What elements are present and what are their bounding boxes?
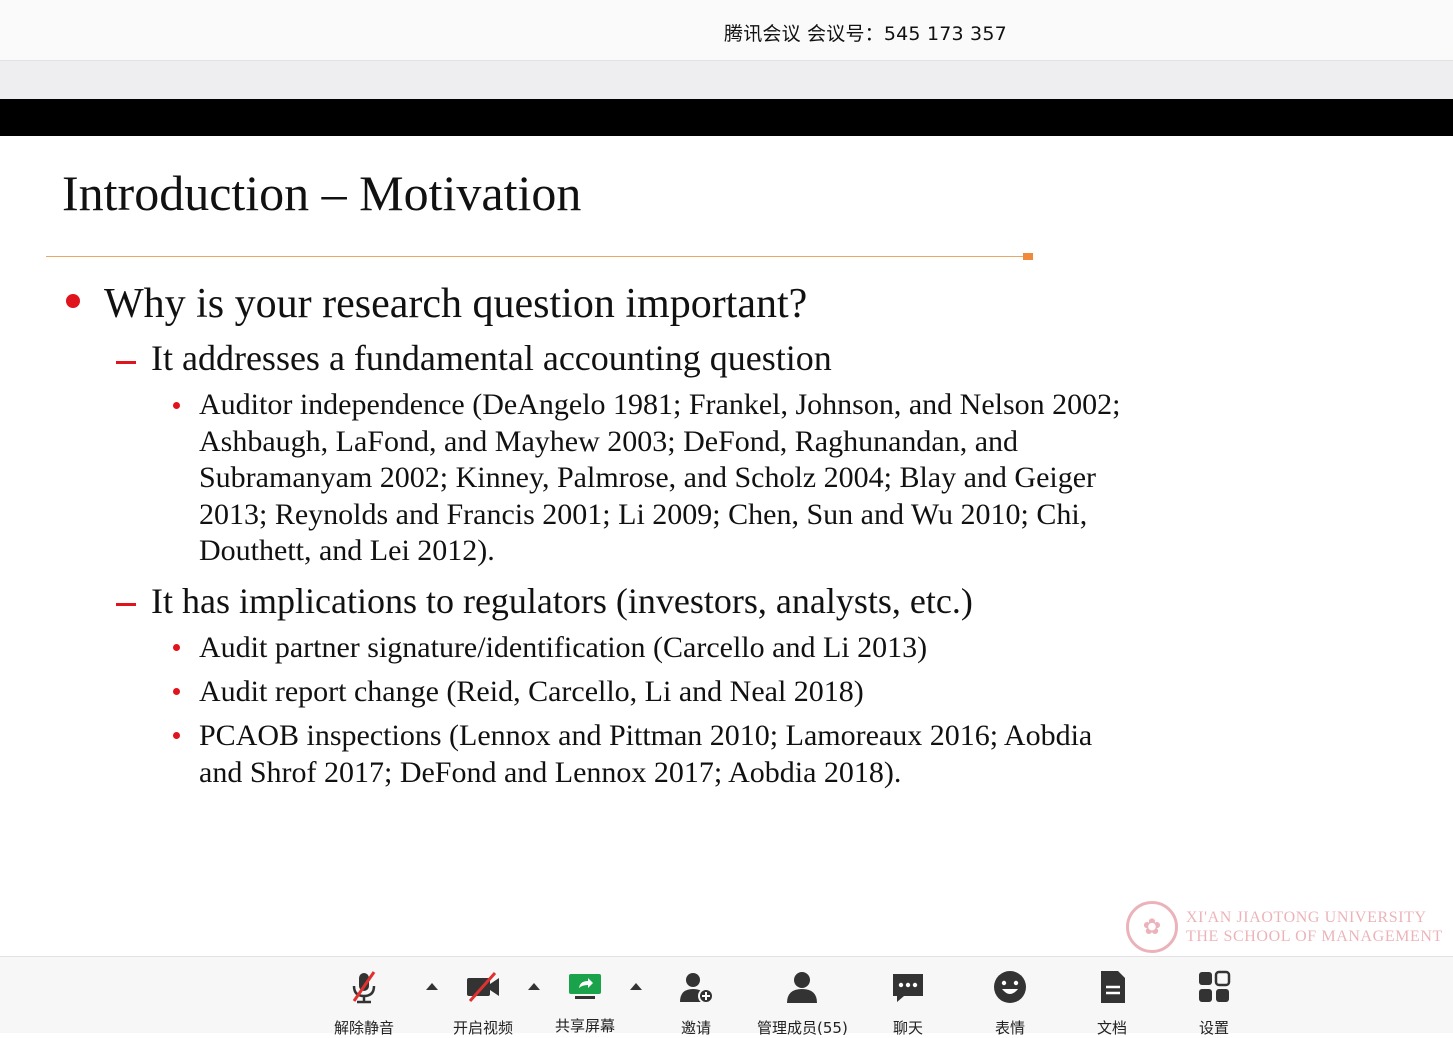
unmute-label: 解除静音 [333, 1019, 394, 1037]
share-screen-label: 共享屏幕 [554, 1017, 615, 1035]
bullet-level3-partner-signature: Audit partner signature/identification (… [199, 631, 928, 664]
docs-label: 文档 [1096, 1019, 1127, 1037]
audio-options-caret[interactable] [426, 983, 438, 990]
watermark-school: THE SCHOOL OF MANAGEMENT [1186, 928, 1443, 945]
university-watermark: ✿ XI'AN JIAOTONG UNIVERSITY THE SCHOOL O… [1126, 901, 1446, 957]
unmute-button[interactable]: 解除静音 [319, 967, 409, 1037]
invite-label: 邀请 [680, 1019, 711, 1037]
title-divider [46, 256, 1026, 257]
bullet-small-dot [173, 644, 180, 651]
title-bar-strip [0, 61, 1453, 99]
shared-slide: Introduction – Motivation Why is your re… [0, 136, 1453, 956]
emoji-button[interactable]: 表情 [965, 967, 1055, 1037]
bullet-level3-report-change: Audit report change (Reid, Carcello, Li … [199, 675, 864, 708]
manage-members-label: 管理成员(55) [757, 1019, 848, 1037]
settings-label: 设置 [1198, 1019, 1229, 1037]
meeting-toolbar: 解除静音 开启视频 共享屏幕 邀请 管理成员(55) 聊天 表情 文档 设置 [0, 956, 1453, 1037]
title-divider-marker [1023, 253, 1033, 260]
bullet-level1: Why is your research question important? [104, 281, 808, 327]
bullet-dot [66, 294, 80, 308]
invite-button[interactable]: 邀请 [651, 967, 741, 1037]
start-video-label: 开启视频 [452, 1019, 513, 1037]
meeting-title-bar: 腾讯会议 会议号：545 173 357 [0, 0, 1453, 61]
bullet-level2-regulators: It has implications to regulators (inves… [151, 581, 973, 621]
shared-screen-top-border [0, 99, 1453, 136]
bullet-dash [116, 361, 136, 364]
share-screen-button[interactable]: 共享屏幕 [540, 967, 630, 1035]
university-seal-icon: ✿ [1126, 901, 1178, 953]
share-screen-icon [569, 974, 601, 999]
chat-icon [893, 974, 923, 1002]
emoji-label: 表情 [994, 1019, 1025, 1037]
document-icon [1101, 971, 1125, 1003]
bullet-level3-auditor-independence: Auditor independence (DeAngelo 1981; Fra… [199, 388, 1121, 567]
emoji-icon [994, 971, 1026, 1003]
settings-grid-icon [1199, 970, 1231, 1002]
meeting-id-title: 腾讯会议 会议号：545 173 357 [724, 23, 1007, 45]
invite-user-icon [680, 973, 714, 1004]
chat-button[interactable]: 聊天 [863, 967, 953, 1037]
members-icon [787, 972, 817, 1003]
bullet-level3-pcaob: PCAOB inspections (Lennox and Pittman 20… [199, 719, 1093, 789]
share-options-caret[interactable] [630, 983, 642, 990]
chat-label: 聊天 [892, 1019, 923, 1037]
bullet-small-dot [173, 688, 180, 695]
camera-off-icon [467, 972, 499, 1002]
manage-members-button[interactable]: 管理成员(55) [757, 967, 848, 1037]
mic-muted-icon [352, 971, 376, 1004]
docs-button[interactable]: 文档 [1067, 967, 1157, 1037]
settings-button[interactable]: 设置 [1169, 967, 1259, 1037]
bullet-small-dot [173, 732, 180, 739]
video-options-caret[interactable] [528, 983, 540, 990]
bullet-dash [116, 603, 136, 606]
bullet-small-dot [173, 402, 180, 409]
watermark-university: XI'AN JIAOTONG UNIVERSITY [1186, 909, 1427, 926]
slide-title: Introduction – Motivation [62, 165, 582, 221]
start-video-button[interactable]: 开启视频 [438, 967, 528, 1037]
bullet-level2-accounting: It addresses a fundamental accounting qu… [151, 338, 832, 378]
